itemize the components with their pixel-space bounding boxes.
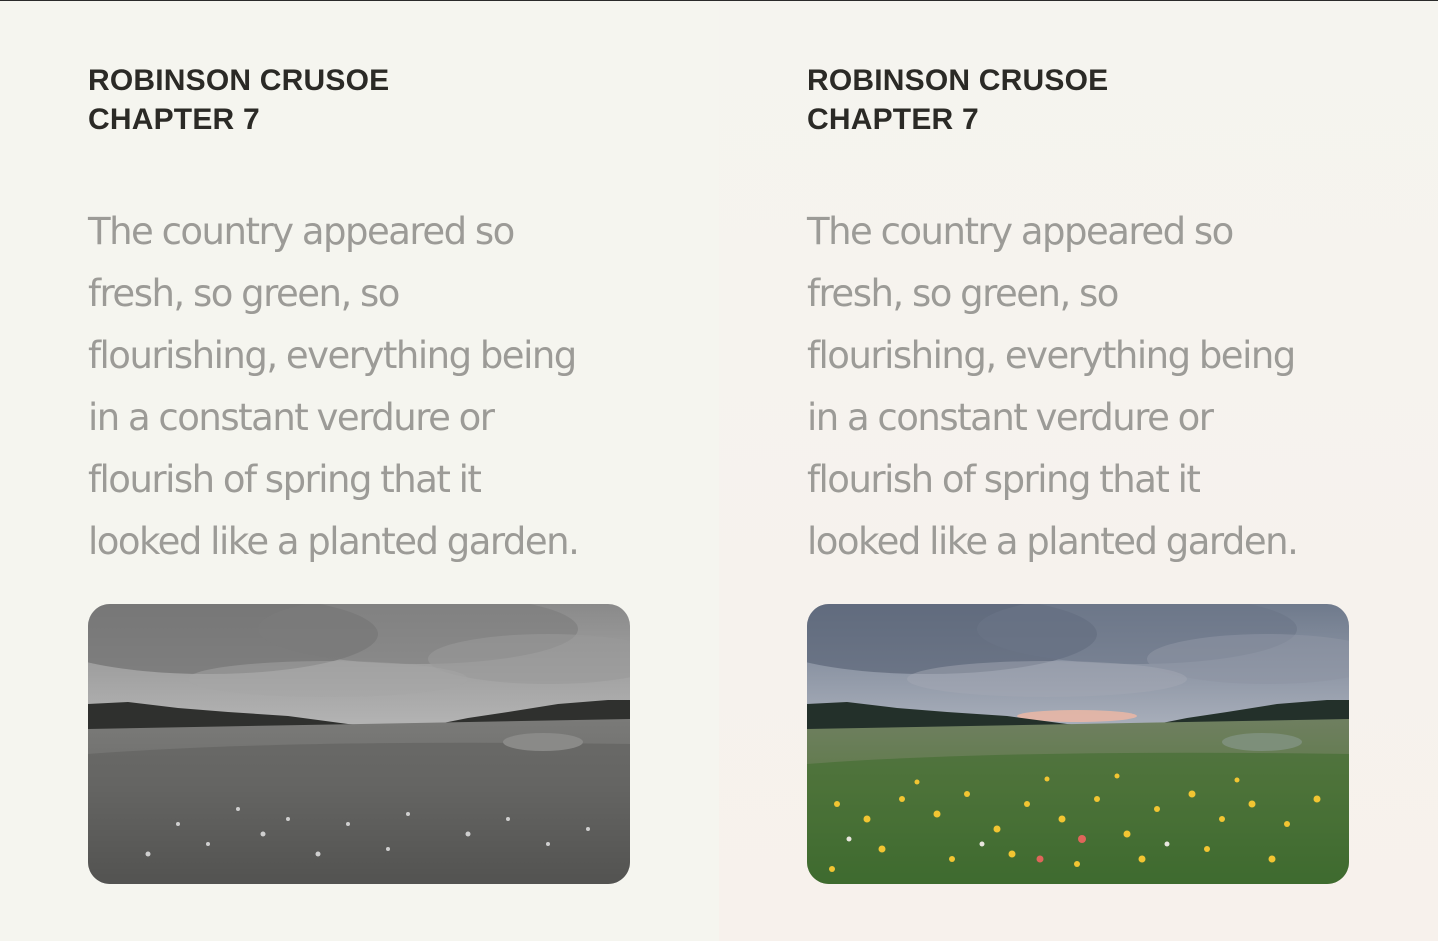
passage-line: The country appeared so — [807, 210, 1234, 253]
passage-text: The country appeared so fresh, so green,… — [807, 201, 1367, 573]
right-panel: ROBINSON CRUSOE CHAPTER 7 The country ap… — [719, 1, 1438, 941]
passage-line: looked like a planted garden. — [88, 520, 580, 563]
passage-line: The country appeared so — [88, 210, 515, 253]
passage-line: flourish of spring that it — [807, 458, 1201, 501]
passage-line: fresh, so green, so — [807, 272, 1119, 315]
book-header: ROBINSON CRUSOE CHAPTER 7 — [807, 61, 1108, 139]
book-title: ROBINSON CRUSOE — [88, 64, 390, 97]
meadow-photo-grayscale — [88, 604, 630, 884]
passage-text: The country appeared so fresh, so green,… — [88, 201, 648, 573]
passage-line: in a constant verdure or — [88, 396, 495, 439]
passage-line: fresh, so green, so — [88, 272, 400, 315]
book-title: ROBINSON CRUSOE — [807, 64, 1109, 97]
passage-line: flourishing, everything being — [88, 334, 577, 377]
passage-line: flourishing, everything being — [807, 334, 1296, 377]
meadow-photo-color — [807, 604, 1349, 884]
passage-line: looked like a planted garden. — [807, 520, 1299, 563]
passage-line: in a constant verdure or — [807, 396, 1214, 439]
passage-line: flourish of spring that it — [88, 458, 482, 501]
book-header: ROBINSON CRUSOE CHAPTER 7 — [88, 61, 389, 139]
left-panel: ROBINSON CRUSOE CHAPTER 7 The country ap… — [0, 1, 719, 941]
chapter-label: CHAPTER 7 — [807, 103, 979, 136]
chapter-label: CHAPTER 7 — [88, 103, 260, 136]
